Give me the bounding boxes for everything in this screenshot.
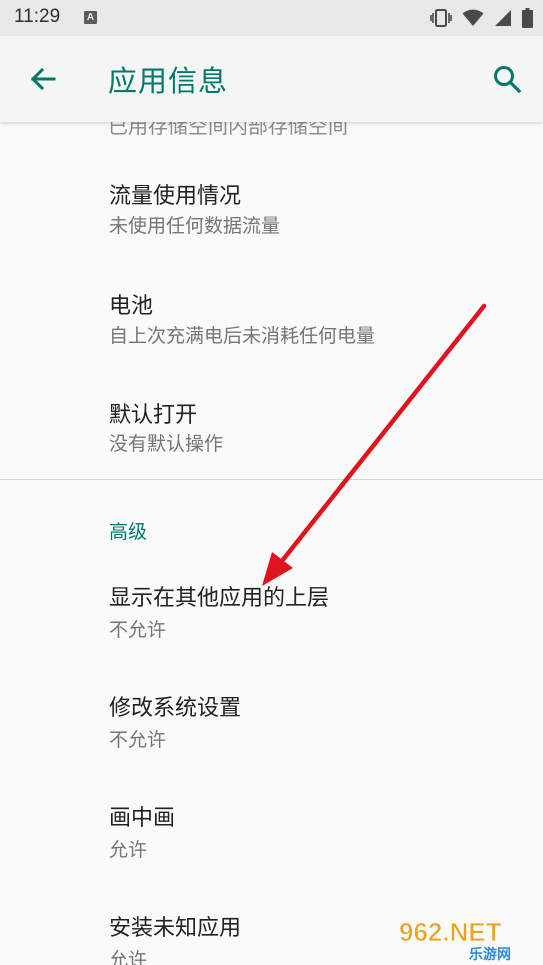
list-item-picture-in-picture[interactable]: 画中画 允许 (0, 788, 543, 896)
vibrate-icon (430, 9, 452, 27)
item-title: 画中画 (109, 806, 176, 831)
item-subtitle: 未使用任何数据流量 (109, 215, 281, 237)
watermark-logo: 962.NET 乐游网 (397, 913, 537, 963)
section-header-advanced: 高级 (109, 521, 148, 543)
watermark-main: 962.NET (399, 917, 502, 947)
search-icon[interactable] (491, 63, 523, 95)
item-subtitle: 自上次充满电后未消耗任何电量 (109, 325, 376, 347)
item-title: 显示在其他应用的上层 (109, 586, 330, 611)
list-item-display-over-other-apps[interactable]: 显示在其他应用的上层 不允许 (0, 568, 543, 676)
a-text-icon: A (84, 11, 97, 24)
list-item-open-by-default[interactable]: 默认打开 没有默认操作 (0, 384, 543, 492)
battery-icon (522, 8, 533, 28)
item-title: 电池 (109, 294, 154, 319)
status-time: 11:29 (14, 6, 61, 27)
item-subtitle: 没有默认操作 (109, 433, 224, 455)
signal-icon (494, 9, 512, 27)
watermark-sub: 乐游网 (469, 946, 511, 961)
item-title: 默认打开 (109, 403, 198, 428)
item-subtitle: 允许 (109, 839, 148, 861)
item-title: 修改系统设置 (109, 696, 242, 721)
item-title: 流量使用情况 (109, 184, 242, 209)
divider (0, 479, 543, 480)
item-subtitle: 不允许 (109, 729, 167, 751)
app-bar: 应用信息 (0, 36, 543, 122)
status-icons (430, 7, 533, 29)
settings-list: 已用存储空间内部存储空间 流量使用情况 未使用任何数据流量 电池 自上次充满电后… (0, 122, 543, 965)
list-item-modify-system-settings[interactable]: 修改系统设置 不允许 (0, 678, 543, 786)
arrow-back-icon[interactable] (26, 62, 60, 96)
item-subtitle: 允许 (109, 949, 148, 965)
list-item-data-usage[interactable]: 流量使用情况 未使用任何数据流量 (0, 164, 543, 272)
page-title: 应用信息 (108, 64, 229, 98)
cut-off-summary: 已用存储空间内部存储空间 (108, 122, 348, 138)
item-title: 安装未知应用 (109, 916, 242, 941)
status-bar: 11:29 A (0, 0, 543, 36)
item-subtitle: 不允许 (109, 619, 167, 641)
list-item-battery[interactable]: 电池 自上次充满电后未消耗任何电量 (0, 274, 543, 382)
wifi-icon (462, 9, 484, 27)
